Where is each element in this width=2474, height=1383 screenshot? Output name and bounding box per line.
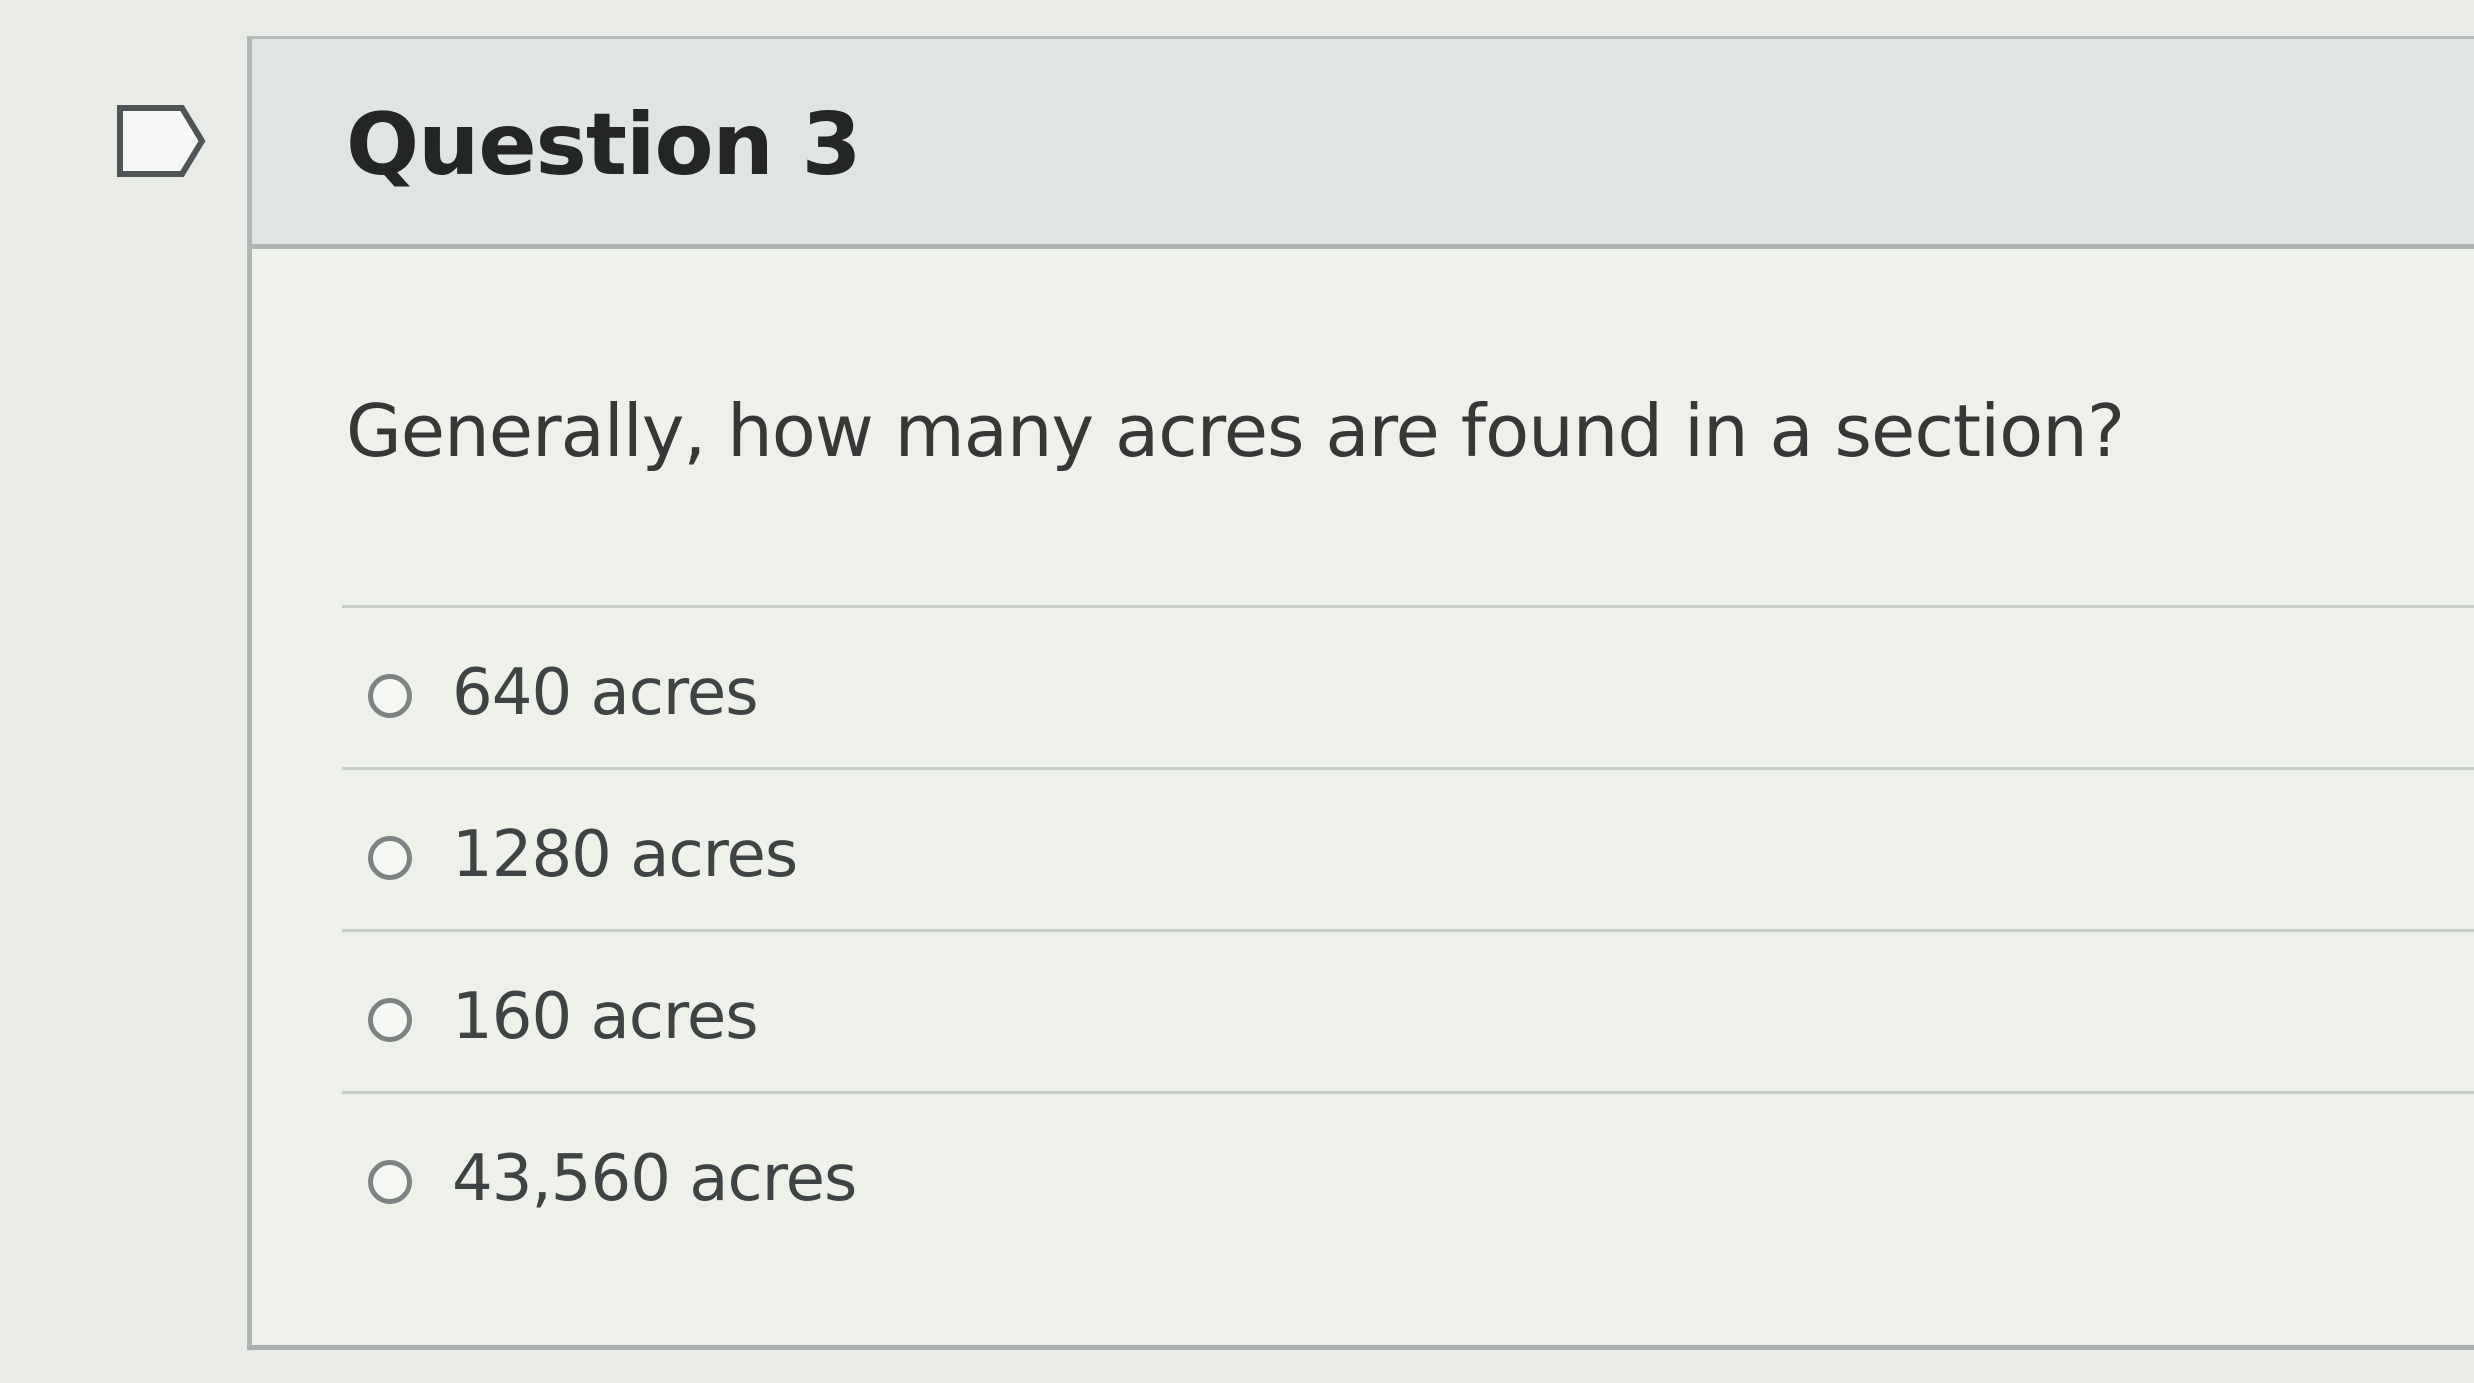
answer-option[interactable]: 640 acres <box>342 605 2474 767</box>
answer-label: 1280 acres <box>452 818 798 892</box>
answer-list: 640 acres 1280 acres 160 acres 43,560 ac… <box>342 605 2474 1253</box>
answer-option[interactable]: 160 acres <box>342 929 2474 1091</box>
question-title: Question 3 <box>346 95 862 195</box>
radio-button-icon[interactable] <box>368 998 412 1042</box>
answer-option[interactable]: 1280 acres <box>342 767 2474 929</box>
flag-question-icon[interactable] <box>116 104 208 178</box>
answer-label: 43,560 acres <box>452 1142 857 1216</box>
question-text: Generally, how many acres are found in a… <box>346 389 2125 473</box>
answer-label: 160 acres <box>452 980 759 1054</box>
radio-button-icon[interactable] <box>368 674 412 718</box>
answer-label: 640 acres <box>452 656 759 730</box>
answer-option[interactable]: 43,560 acres <box>342 1091 2474 1253</box>
question-card: Question 3 Generally, how many acres are… <box>247 36 2474 1350</box>
question-header: Question 3 <box>252 39 2474 249</box>
radio-button-icon[interactable] <box>368 836 412 880</box>
radio-button-icon[interactable] <box>368 1160 412 1204</box>
